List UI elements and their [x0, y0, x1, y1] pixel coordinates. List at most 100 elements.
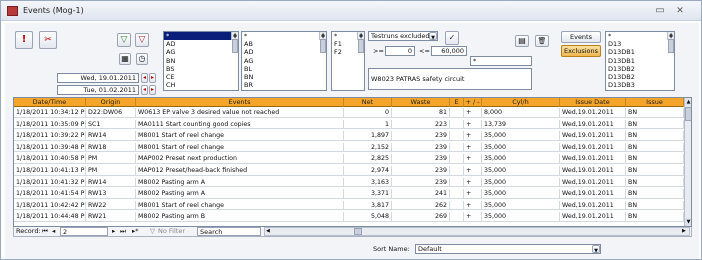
table-cell[interactable]: 1/18/2011 10:35:09 PM [14, 119, 86, 130]
list-item[interactable]: BS [164, 65, 238, 73]
table-cell[interactable]: 1/18/2011 10:44:48 PM [14, 212, 86, 222]
table-cell[interactable] [450, 166, 464, 176]
table-cell[interactable]: Wed,19.01.2011 [560, 119, 626, 130]
pattern-field[interactable]: * [470, 56, 532, 66]
table-row[interactable]: 1/18/2011 10:34:12 PM D22:DW06 W0613 EP va… [14, 108, 684, 118]
table-cell[interactable]: 1/18/2011 10:41:13 PM [14, 166, 86, 176]
table-cell[interactable]: 3,163 [344, 177, 392, 188]
list-item[interactable]: * [164, 32, 238, 41]
table-cell[interactable]: M8001 Start of reel change [136, 200, 344, 211]
table-cell[interactable]: 239 [392, 166, 450, 176]
list-item[interactable]: AD [164, 40, 238, 48]
listbox-3[interactable]: * F1 F2 ▲ ▼ [331, 31, 365, 91]
remove-filter-button[interactable]: ▽ [135, 33, 149, 47]
no-filter-button[interactable]: No Filter [158, 227, 185, 236]
current-record-field[interactable]: 2 [60, 227, 108, 236]
table-cell[interactable]: BN [626, 154, 684, 164]
table-cell[interactable]: 239 [392, 154, 450, 164]
list-item[interactable]: CE [164, 73, 238, 81]
table-cell[interactable]: BN [626, 212, 684, 222]
table-cell[interactable]: Wed,19.01.2011 [560, 142, 626, 153]
table-cell[interactable]: 1,897 [344, 131, 392, 141]
list-item[interactable]: D13DB2 [606, 65, 674, 73]
table-cell[interactable]: Wed,19.01.2011 [560, 166, 626, 176]
min-net-field[interactable]: 0 [385, 46, 415, 56]
max-net-field[interactable]: 60,000 [431, 46, 467, 56]
list-item[interactable]: D13DB1 [606, 57, 674, 65]
table-cell[interactable]: + [464, 108, 482, 118]
table-cell[interactable]: BN [626, 177, 684, 188]
table-cell[interactable] [450, 200, 464, 211]
table-cell[interactable] [450, 154, 464, 164]
table-cell[interactable]: BN [626, 131, 684, 141]
search-field[interactable]: Search [197, 227, 261, 236]
table-cell[interactable]: Wed,19.01.2011 [560, 131, 626, 141]
scroll-thumb[interactable] [354, 228, 362, 235]
table-cell[interactable]: Wed,19.01.2011 [560, 189, 626, 199]
table-cell[interactable]: 0 [344, 108, 392, 118]
table-cell[interactable]: 3,817 [344, 200, 392, 211]
table-cell[interactable]: 2,974 [344, 166, 392, 176]
grid-view-button[interactable]: ▦ [119, 53, 131, 65]
last-record-button[interactable]: ⏭ [120, 227, 126, 236]
list-item[interactable]: BN [242, 73, 326, 81]
end-date-prev[interactable]: ◂ [141, 85, 148, 95]
next-record-button[interactable]: ▸ [112, 227, 115, 236]
table-cell[interactable] [450, 212, 464, 222]
table-cell[interactable]: + [464, 200, 482, 211]
list-item[interactable]: AG [164, 48, 238, 56]
start-date-next[interactable]: ▸ [149, 73, 156, 83]
list-item[interactable]: D13DB3 [606, 81, 674, 89]
table-row[interactable]: 1/18/2011 10:35:09 PM SC1 MA0111 Start cou… [14, 119, 684, 130]
listbox-2[interactable]: * AB AD AG BL BN BR ▲ ▼ [241, 31, 327, 91]
table-cell[interactable]: 35,000 [482, 131, 560, 141]
table-cell[interactable]: + [464, 119, 482, 130]
list-item[interactable]: D13 [606, 40, 674, 48]
table-cell[interactable]: BN [626, 200, 684, 211]
list-item[interactable]: AD [242, 48, 326, 56]
table-row[interactable]: 1/18/2011 10:41:32 PM RW14 M8002 Pasting a… [14, 177, 684, 188]
time-button[interactable]: ◷ [136, 53, 148, 65]
col-header-events[interactable]: Events [136, 98, 344, 107]
table-cell[interactable]: + [464, 189, 482, 199]
restore-icon[interactable]: ▭ [653, 4, 667, 18]
horizontal-scrollbar[interactable] [264, 227, 690, 236]
table-cell[interactable] [450, 108, 464, 118]
table-cell[interactable]: BN [626, 142, 684, 153]
table-cell[interactable]: + [464, 142, 482, 153]
table-cell[interactable]: M8001 Start of reel change [136, 131, 344, 141]
table-row[interactable]: 1/18/2011 10:39:48 PM RW18 M8001 Start of … [14, 142, 684, 153]
table-cell[interactable]: 262 [392, 200, 450, 211]
listbox-4[interactable]: * D13 D13DB1 D13DB1 D13DB2 D13DB2 D13DB3… [605, 31, 675, 91]
table-cell[interactable]: 35,000 [482, 200, 560, 211]
table-cell[interactable]: + [464, 131, 482, 141]
table-cell[interactable]: M8002 Pasting arm A [136, 177, 344, 188]
table-cell[interactable]: 1/18/2011 10:34:12 PM [14, 108, 86, 118]
table-cell[interactable]: RW18 [86, 142, 136, 153]
listbox-scrollbar[interactable]: ▲ ▼ [357, 32, 364, 53]
table-cell[interactable]: MA0111 Start counting good copies [136, 119, 344, 130]
list-item[interactable]: AB [242, 40, 326, 48]
table-cell[interactable]: MAP012 Preset/head-back finished [136, 166, 344, 176]
table-cell[interactable]: 269 [392, 212, 450, 222]
table-cell[interactable]: 8,000 [482, 108, 560, 118]
table-cell[interactable]: 1/18/2011 10:41:54 PM [14, 189, 86, 199]
table-row[interactable]: 1/18/2011 10:44:48 PM RW21 M8002 Pasting a… [14, 212, 684, 222]
table-cell[interactable]: PM [86, 154, 136, 164]
table-cell[interactable]: 13,739 [482, 119, 560, 130]
end-date-field[interactable]: Tue, 01.02.2011 [57, 85, 139, 95]
table-view-button[interactable]: ▤ [515, 35, 529, 47]
table-cell[interactable]: SC1 [86, 119, 136, 130]
list-item[interactable]: AG [242, 57, 326, 65]
listbox-scrollbar[interactable]: ▲ ▼ [319, 32, 326, 53]
table-cell[interactable]: 3,371 [344, 189, 392, 199]
table-row[interactable]: 1/18/2011 10:42:42 PM RW22 M8001 Start of … [14, 200, 684, 211]
table-cell[interactable]: 241 [392, 189, 450, 199]
sort-name-select[interactable]: Default [415, 244, 601, 254]
list-item[interactable]: CH [164, 81, 238, 89]
table-row[interactable]: 1/18/2011 10:40:58 PM PM MAP002 Preset nex… [14, 154, 684, 164]
table-row[interactable]: 1/18/2011 10:41:54 PM RW13 M8002 Pasting a… [14, 189, 684, 199]
scroll-left-icon[interactable]: ◀ [266, 227, 270, 236]
col-header-waste[interactable]: Waste [392, 98, 450, 107]
listbox-1[interactable]: * AD AG BN BS CE CH ▲ ▼ [163, 31, 239, 91]
